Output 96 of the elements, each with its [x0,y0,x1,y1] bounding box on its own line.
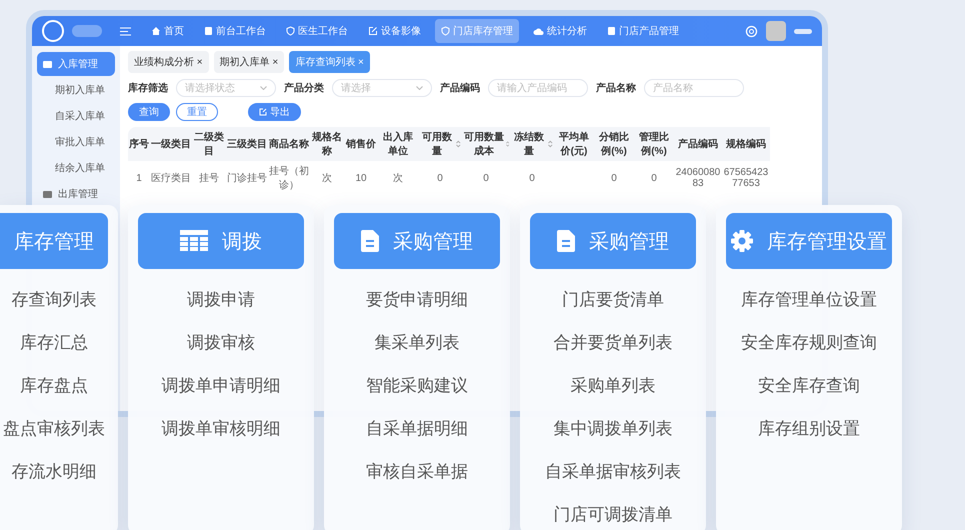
menu-icon[interactable] [120,26,131,36]
table-cell-text: 0 [528,172,536,186]
table-cell-text: 医疗类目 [150,172,192,186]
nav-tab[interactable]: 前台工作台 [198,19,272,43]
column-header: 冻结数量 [510,127,554,161]
edit-icon [368,26,378,36]
gear-icon [731,230,753,252]
sidebar-item[interactable]: 期初入库单 [37,78,115,102]
sidebar-item[interactable]: 出库管理 [37,182,115,206]
column-header: 可用数量成本 [462,127,510,161]
menu-link[interactable]: 库存汇总 [20,331,88,355]
folder-icon [43,60,52,68]
document-icon [361,230,379,252]
menu-link[interactable]: 集采单列表 [374,331,460,355]
user-name-bar [794,28,812,34]
document-icon [204,26,213,36]
menu-link[interactable]: 调拨单申请明细 [162,374,280,398]
export-icon [259,108,267,116]
store-badge [72,25,102,37]
filter-label: 产品名称 [596,82,636,95]
table-cell-text: 挂号（初诊） [268,164,310,193]
filter-label: 产品分类 [284,82,324,95]
sort-icon[interactable] [506,140,509,148]
column-header: 产品编码 [674,127,722,161]
nav-tab[interactable]: 统计分析 [527,19,593,43]
menu-link[interactable]: 安全库存规则查询 [741,331,877,355]
nav-tab[interactable]: 首页 [145,19,190,43]
menu-link[interactable]: 盘点审核列表 [3,417,105,441]
menu-link[interactable]: 自采单据明细 [366,417,468,441]
nav-tab[interactable]: 设备影像 [362,19,427,43]
cloud-icon [533,26,544,36]
column-header: 出入库单位 [378,127,418,161]
sidebar-item[interactable]: 结余入库单 [37,156,115,180]
column-header: 序号 [128,127,150,161]
column-header: 管理比例(%) [634,127,674,161]
table-cell-text: 0 [482,172,490,186]
menu-link[interactable]: 门店要货清单 [562,288,664,312]
table-cell-text: 0 [650,172,658,186]
sidebar-item[interactable]: 自采入库单 [37,104,115,128]
column-header: 分销比例(%) [594,127,634,161]
column-header: 规格编码 [722,127,770,161]
grid-icon [180,230,208,252]
table-cell-text: 6756542377653 [722,166,770,191]
menu-link[interactable]: 自采单据审核列表 [545,460,681,484]
nav-tab[interactable]: 医生工作台 [280,19,354,43]
page-tab[interactable]: 业绩构成分析 × [128,51,209,73]
menu-link[interactable]: 要货申请明细 [366,288,468,312]
table-cell-text: 次 [321,172,333,186]
column-header: 二级类目 [192,127,226,161]
shield-icon [441,26,450,36]
column-header: 一级类目 [150,127,192,161]
column-header: 商品名称 [268,127,310,161]
menu-link[interactable]: 门店可调拨清单 [554,503,672,527]
menu-link[interactable]: 集中调拨单列表 [554,417,672,441]
table-cell-text: 门诊挂号 [226,172,268,186]
sidebar-item[interactable]: 审批入库单 [37,130,115,154]
menu-link[interactable]: 智能采购建议 [366,374,468,398]
document-icon [607,26,616,36]
column-header: 销售价 [344,127,378,161]
column-header: 规格名称 [310,127,344,161]
folder-icon [43,190,52,198]
logo-icon [42,20,64,42]
menu-link[interactable]: 合并要货单列表 [554,331,672,355]
menu-link[interactable]: 存查询列表 [12,288,96,312]
document-icon [557,230,575,252]
menu-link[interactable]: 库存管理单位设置 [741,288,877,312]
menu-link[interactable]: 采购单列表 [570,374,656,398]
table-cell-text: 次 [392,172,404,186]
menu-link[interactable]: 审核自采单据 [366,460,468,484]
chevron-icon [260,86,267,90]
menu-link[interactable]: 安全库存查询 [758,374,860,398]
table-cell-text: 0 [436,172,444,186]
menu-link[interactable]: 存流水明细 [12,460,96,484]
sort-icon[interactable] [456,140,461,148]
column-header: 三级类目 [226,127,268,161]
menu-link[interactable]: 调拨申请 [187,288,255,312]
menu-link[interactable]: 库存盘点 [20,374,88,398]
menu-link[interactable]: 调拨审核 [187,331,255,355]
table-cell-text: 1 [135,172,143,186]
menu-link[interactable]: 调拨单审核明细 [162,417,280,441]
chevron-icon [416,86,423,90]
table-cell-text: 0 [610,172,618,186]
home-icon [151,26,161,36]
page-tab[interactable]: 期初入库单 × [214,51,284,73]
avatar[interactable] [766,21,786,41]
column-header: 平均单价(元) [554,127,594,161]
filter-label: 库存筛选 [128,81,168,95]
table-cell-text: 2406008083 [674,166,722,191]
filter-label: 产品编码 [440,82,480,95]
menu-link[interactable]: 库存组别设置 [758,417,860,441]
shield-icon [286,26,295,36]
table-cell-text: 挂号 [198,172,220,186]
settings-icon[interactable] [745,24,758,38]
column-header: 可用数量 [418,127,462,161]
table-cell-text: 10 [354,172,368,186]
sort-icon[interactable] [548,140,553,148]
